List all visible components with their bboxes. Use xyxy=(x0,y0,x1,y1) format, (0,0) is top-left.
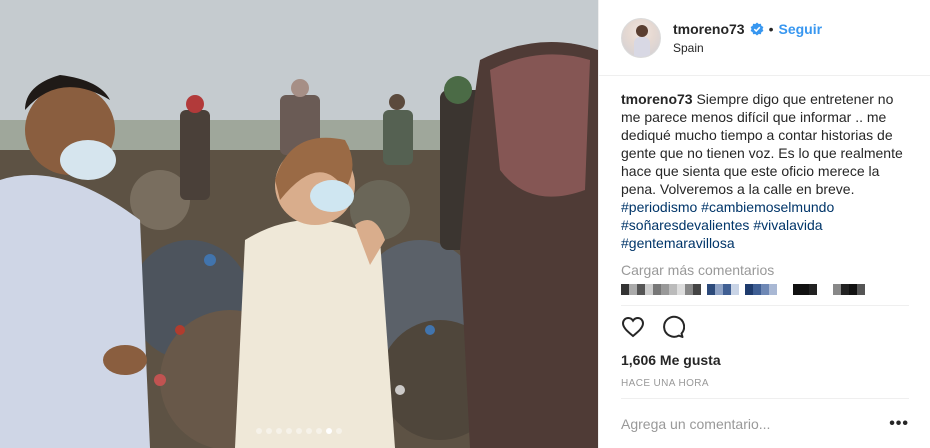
more-options-icon[interactable]: ••• xyxy=(889,415,909,433)
like-count[interactable]: 1,606 Me gusta xyxy=(621,352,909,368)
follow-button[interactable]: Seguir xyxy=(778,21,822,37)
caption-username[interactable]: tmoreno73 xyxy=(621,91,693,107)
carousel-indicator xyxy=(0,428,598,434)
avatar[interactable] xyxy=(621,17,661,58)
hashtag[interactable]: #soñaresdevalientes xyxy=(621,217,749,233)
hashtag[interactable]: #gentemaravillosa xyxy=(621,235,735,251)
post-caption: tmoreno73 Siempre digo que entretener no… xyxy=(621,90,909,252)
carousel-dot[interactable] xyxy=(326,428,332,434)
carousel-dot[interactable] xyxy=(296,428,302,434)
hashtag[interactable]: #periodismo xyxy=(621,199,697,215)
carousel-dot[interactable] xyxy=(336,428,342,434)
post-details-panel: tmoreno73 • Seguir Spain tmoreno73 Siemp… xyxy=(598,0,930,448)
heart-icon[interactable] xyxy=(621,315,645,344)
carousel-dot[interactable] xyxy=(306,428,312,434)
comment-input[interactable] xyxy=(621,415,861,432)
post-timestamp[interactable]: HACE UNA HORA xyxy=(621,378,909,389)
carousel-dot[interactable] xyxy=(266,428,272,434)
comments-section: tmoreno73 Siempre digo que entretener no… xyxy=(621,90,909,278)
hashtag[interactable]: #cambiemoselmundo xyxy=(701,199,834,215)
separator-dot: • xyxy=(768,20,774,37)
location-link[interactable]: Spain xyxy=(673,41,822,55)
carousel-dot[interactable] xyxy=(276,428,282,434)
hashtag[interactable]: #vivalavida xyxy=(753,217,822,233)
carousel-dot[interactable] xyxy=(286,428,292,434)
carousel-dot[interactable] xyxy=(256,428,262,434)
photo-scene xyxy=(0,0,598,448)
post-actions: 1,606 Me gusta HACE UNA HORA xyxy=(621,305,909,389)
comment-bubble-icon[interactable] xyxy=(661,315,686,344)
author-username[interactable]: tmoreno73 xyxy=(673,21,745,37)
add-comment-bar: ••• xyxy=(621,398,909,448)
redacted-comment-strip xyxy=(621,284,865,295)
carousel-dot[interactable] xyxy=(316,428,322,434)
verified-badge-icon xyxy=(750,22,764,36)
post-header: tmoreno73 • Seguir Spain xyxy=(599,0,930,76)
post-photo[interactable] xyxy=(0,0,598,448)
load-more-comments-button[interactable]: Cargar más comentarios xyxy=(621,262,909,278)
